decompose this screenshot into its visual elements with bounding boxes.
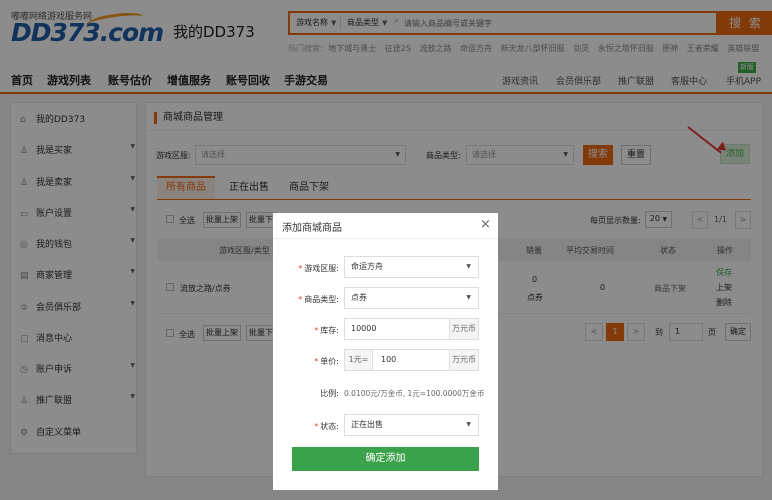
modal-price-unit: 万元币 — [449, 350, 478, 370]
modal-region-label-text: 游戏区服: — [304, 264, 339, 273]
required-mark: * — [314, 326, 319, 335]
confirm-add-button[interactable]: 确定添加 — [292, 447, 479, 471]
modal-price-label: * 单价: — [291, 356, 339, 367]
modal-status-value: 正在出售 — [351, 420, 383, 429]
modal-type-label-text: 商品类型: — [304, 295, 339, 304]
modal-status-select[interactable]: 正在出售 ▼ — [344, 414, 479, 436]
modal-ratio-value: 0.0100元/万金币, 1元=100.0000万金币 — [344, 389, 485, 398]
required-mark: * — [298, 295, 303, 304]
close-icon[interactable]: × — [480, 217, 491, 232]
modal-divider — [273, 238, 498, 239]
modal-stock-input[interactable]: 10000 万元币 — [344, 318, 479, 340]
modal-region-label: * 游戏区服: — [291, 263, 339, 274]
chevron-down-icon: ▼ — [466, 263, 471, 270]
modal-price-label-text: 单价: — [320, 357, 339, 366]
required-mark: * — [314, 422, 319, 431]
modal-region-select[interactable]: 命运方舟 ▼ — [344, 256, 479, 278]
modal-title: 添加商城商品 — [282, 223, 342, 234]
modal-type-select[interactable]: 点券 ▼ — [344, 287, 479, 309]
modal-price-prefix: 1元= — [345, 350, 373, 370]
chevron-down-icon: ▼ — [466, 294, 471, 301]
chevron-down-icon: ▼ — [466, 421, 471, 428]
modal-region-value: 命运方舟 — [351, 262, 383, 271]
modal-price-value: 100 — [381, 355, 397, 364]
modal-status-label: * 状态: — [291, 421, 339, 432]
modal-status-label-text: 状态: — [320, 422, 339, 431]
modal-type-value: 点券 — [351, 293, 367, 302]
modal-price-input[interactable]: 1元= 100 万元币 — [344, 349, 479, 371]
modal-type-label: * 商品类型: — [291, 294, 339, 305]
modal-stock-label: * 库存: — [291, 325, 339, 336]
modal-stock-label-text: 库存: — [320, 326, 339, 335]
modal-stock-unit: 万元币 — [449, 319, 478, 339]
required-mark: * — [298, 264, 303, 273]
required-mark: * — [314, 357, 319, 366]
modal-ratio-label: 比例: — [320, 389, 339, 398]
modal-stock-value: 10000 — [351, 324, 377, 333]
